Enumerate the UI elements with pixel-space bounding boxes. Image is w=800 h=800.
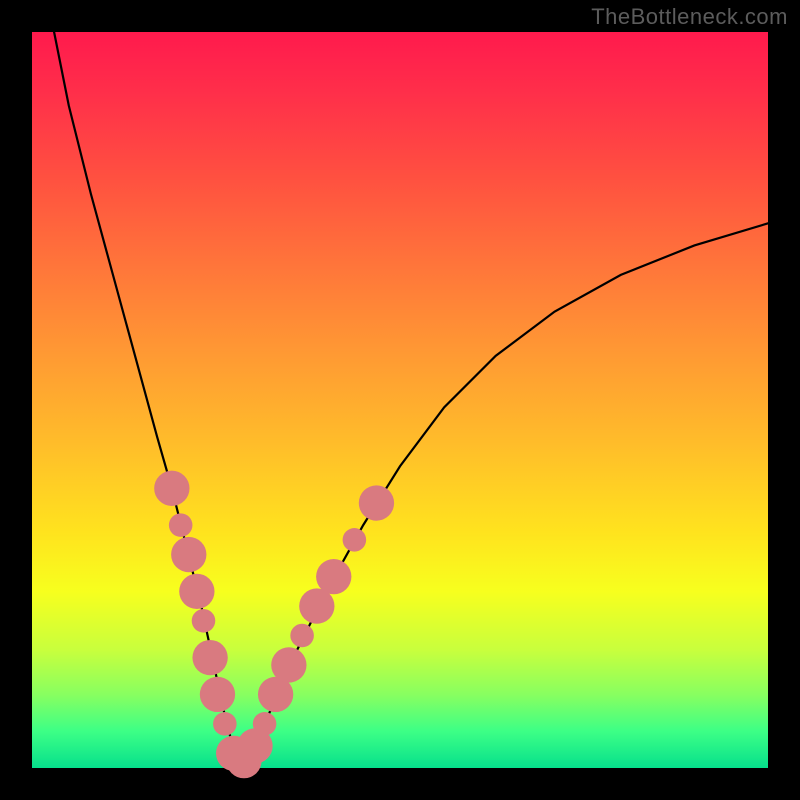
- highlighted-point: [192, 640, 227, 675]
- highlighted-point: [169, 513, 193, 537]
- highlighted-point: [192, 609, 216, 633]
- highlighted-point: [299, 588, 334, 623]
- highlighted-point: [213, 712, 237, 736]
- highlighted-points-layer: [154, 471, 394, 779]
- highlighted-point: [154, 471, 189, 506]
- highlighted-point: [343, 528, 367, 552]
- highlighted-point: [316, 559, 351, 594]
- bottleneck-curve: [54, 32, 768, 761]
- watermark-text: TheBottleneck.com: [591, 4, 788, 30]
- plot-overlay: [32, 32, 768, 768]
- highlighted-point: [179, 574, 214, 609]
- highlighted-point: [359, 485, 394, 520]
- highlighted-point: [200, 677, 235, 712]
- highlighted-point: [290, 624, 314, 648]
- highlighted-point: [271, 647, 306, 682]
- chart-frame: TheBottleneck.com: [0, 0, 800, 800]
- highlighted-point: [171, 537, 206, 572]
- highlighted-point: [253, 712, 277, 736]
